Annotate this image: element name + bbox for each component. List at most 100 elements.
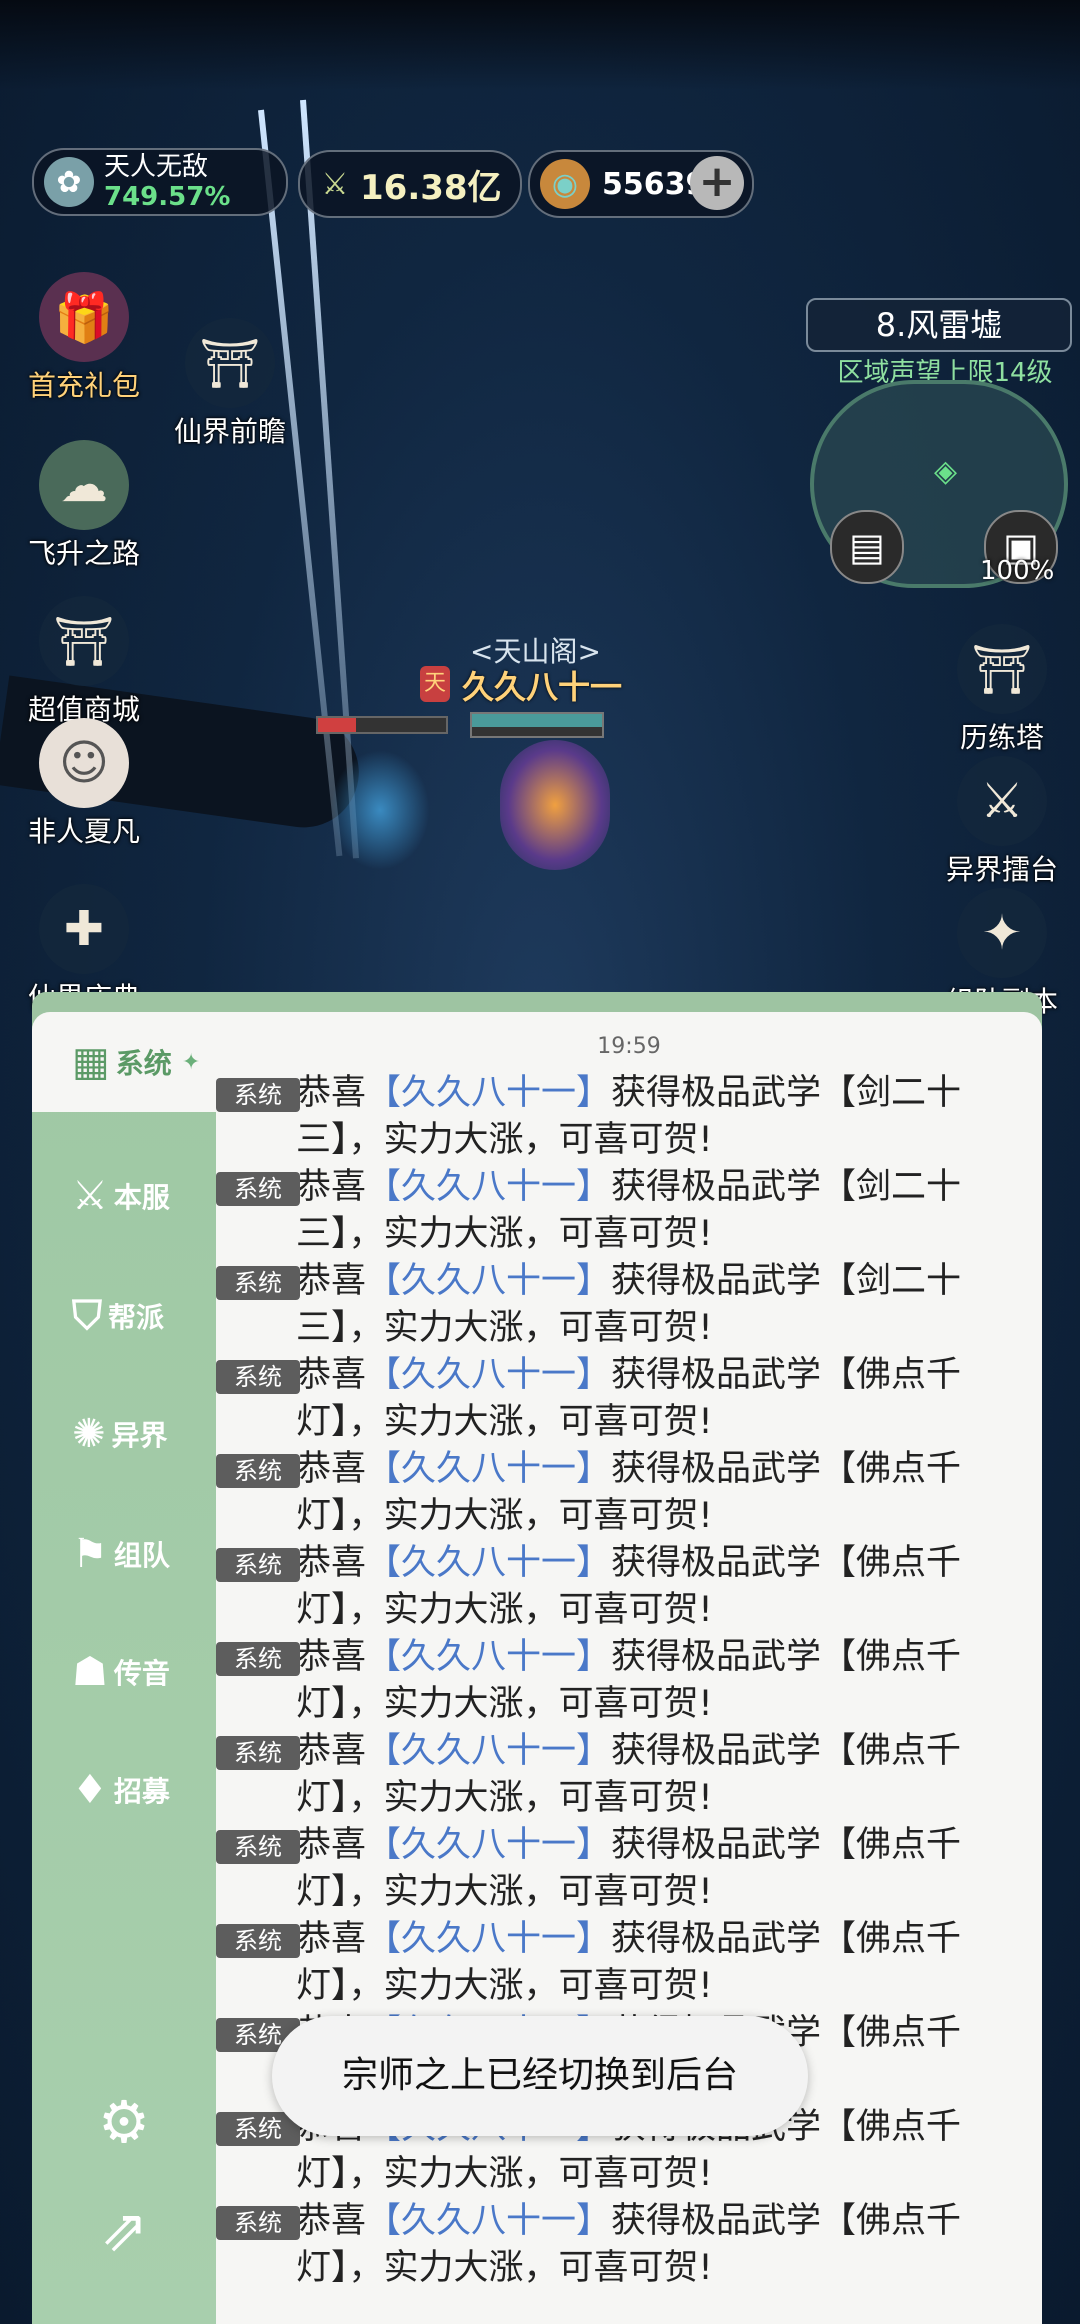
title-percent: 749.57% — [104, 182, 231, 212]
system-badge: 系统 — [216, 1360, 300, 1394]
system-badge: 系统 — [216, 2206, 300, 2240]
system-badge: 系统 — [216, 1266, 300, 1300]
player-link[interactable]: 【久久八十一】 — [366, 1543, 611, 1583]
chat-message: 系统恭喜【久久八十一】获得极品武学【佛点千灯】，实力大涨，可喜可贺! — [216, 1822, 1022, 1916]
celebration-icon: ✚ — [39, 884, 129, 974]
character-icon: ☺ — [39, 718, 129, 808]
player-link[interactable]: 【久久八十一】 — [366, 1637, 611, 1677]
chat-message: 系统恭喜【久久八十一】获得极品武学【佛点千灯】，实力大涨，可喜可贺! — [216, 1916, 1022, 2010]
palace-icon: ⛩ — [185, 318, 275, 408]
message-prefix: 恭喜 — [296, 1825, 367, 1865]
team-icon: ⚑ — [72, 1531, 108, 1577]
whisper-icon: ☗ — [72, 1649, 108, 1695]
team-dungeon-icon: ✦ — [957, 888, 1047, 978]
system-icon: ▦ — [72, 1039, 110, 1085]
npc-character[interactable] — [330, 750, 430, 870]
tab-whisper[interactable]: ☗ 传音 — [32, 1622, 216, 1722]
guild-icon: ⛉ — [72, 1293, 102, 1339]
message-prefix: 恭喜 — [296, 2201, 367, 2241]
player-link[interactable]: 【久久八十一】 — [366, 1355, 611, 1395]
player-link[interactable]: 【久久八十一】 — [366, 1919, 611, 1959]
message-time: 19:59 — [597, 1034, 661, 1059]
gear-icon[interactable]: ⚙ — [84, 2082, 164, 2162]
add-currency-button[interactable]: + — [690, 156, 744, 210]
zone-name[interactable]: 8.风雷墟 — [806, 298, 1072, 352]
tab-team[interactable]: ⚑ 组队 — [32, 1504, 216, 1604]
character-event[interactable]: ☺ 非人夏凡 — [4, 718, 164, 850]
message-prefix: 恭喜 — [296, 1543, 367, 1583]
chat-message: 系统恭喜【久久八十一】获得极品武学【佛点千灯】，实力大涨，可喜可贺! — [216, 1352, 1022, 1446]
otherworld-arena[interactable]: ⚔ 异界擂台 — [922, 756, 1080, 888]
player-character[interactable] — [500, 740, 610, 870]
bag-percent: 100% — [980, 556, 1055, 586]
title-badge-icon: 天 — [420, 666, 450, 702]
player-marker-icon: ◈ — [934, 454, 958, 489]
chat-message: 系统 恭喜【久久八十一】获得极品武学【剑二十三】，实力大涨，可喜可贺! — [216, 1070, 1022, 1164]
player-link[interactable]: 【久久八十一】 — [366, 1261, 611, 1301]
system-badge: 系统 — [216, 1736, 300, 1770]
chat-message: 系统恭喜【久久八十一】获得极品武学【佛点千灯】，实力大涨，可喜可贺! — [216, 1634, 1022, 1728]
combat-power-value: 16.38亿 — [360, 167, 502, 208]
player-link[interactable]: 【久久八十一】 — [366, 1825, 611, 1865]
chat-message: 系统恭喜【久久八十一】获得极品武学【佛点千灯】，实力大涨，可喜可贺! — [216, 1540, 1022, 1634]
value-shop[interactable]: ⛩ 超值商城 — [4, 596, 164, 728]
chat-message: 系统 恭喜【久久八十一】获得极品武学【剑二十三】，实力大涨，可喜可贺! — [216, 1258, 1022, 1352]
message-prefix: 恭喜 — [296, 1637, 367, 1677]
system-badge: 系统 — [216, 1078, 300, 1112]
chat-message: 系统恭喜【久久八十一】获得极品武学【佛点千灯】，实力大涨，可喜可贺! — [216, 1446, 1022, 1540]
combat-power: ⚔ 16.38亿 — [298, 150, 522, 218]
system-badge: 系统 — [216, 1830, 300, 1864]
shop-icon: ⛩ — [39, 596, 129, 686]
arena-icon: ⚔ — [957, 756, 1047, 846]
message-prefix: 恭喜 — [296, 1073, 367, 1113]
immortal-preview[interactable]: ⛩ 仙界前瞻 — [150, 318, 310, 450]
server-icon: ⚔ — [72, 1173, 108, 1219]
system-badge: 系统 — [216, 1642, 300, 1676]
tab-system[interactable]: ▦ 系统 ✦ — [32, 1012, 216, 1112]
expand-icon[interactable]: ⇗ — [84, 2190, 164, 2270]
system-badge: 系统 — [216, 1454, 300, 1488]
enemy-hp-bar — [316, 716, 448, 734]
chat-tabs: ▦ 系统 ✦ ⚔ 本服 ⛉ 帮派 ✺ 异界 ⚑ 组队 ☗ 传音 ♦ 招募 ⚙ ⇗ — [32, 1012, 216, 2324]
tab-server[interactable]: ⚔ 本服 — [32, 1146, 216, 1246]
message-prefix: 恭喜 — [296, 1261, 367, 1301]
message-prefix: 恭喜 — [296, 1449, 367, 1489]
gift-icon: 🎁 — [39, 272, 129, 362]
tower-icon: ⛩ — [957, 624, 1047, 714]
message-prefix: 恭喜 — [296, 1731, 367, 1771]
tab-otherworld[interactable]: ✺ 异界 — [32, 1384, 216, 1484]
chat-message: 系统恭喜【久久八十一】获得极品武学【佛点千灯】，实力大涨，可喜可贺! — [216, 1728, 1022, 1822]
player-link[interactable]: 【久久八十一】 — [366, 1731, 611, 1771]
recruit-icon: ♦ — [72, 1767, 108, 1813]
chat-message: 系统恭喜【久久八十一】获得极品武学【佛点千灯】，实力大涨，可喜可贺! — [216, 2198, 1022, 2292]
player-link[interactable]: 【久久八十一】 — [366, 1073, 611, 1113]
crossed-swords-icon: ⚔ — [321, 166, 349, 202]
ascend-icon: ☁ — [39, 440, 129, 530]
ascension-road[interactable]: ☁ 飞升之路 — [4, 440, 164, 572]
trial-tower[interactable]: ⛩ 历练塔 — [922, 624, 1080, 756]
title-emblem-icon: ✿ — [44, 157, 94, 207]
cave-ceiling — [0, 0, 1080, 90]
system-badge: 系统 — [216, 1172, 300, 1206]
book-icon[interactable]: ▤ — [830, 510, 904, 584]
player-link[interactable]: 【久久八十一】 — [366, 1449, 611, 1489]
system-badge: 系统 — [216, 1924, 300, 1958]
message-prefix: 恭喜 — [296, 1919, 367, 1959]
first-charge-gift[interactable]: 🎁 首充礼包 — [4, 272, 164, 404]
player-link[interactable]: 【久久八十一】 — [366, 1167, 611, 1207]
message-prefix: 恭喜 — [296, 1355, 367, 1395]
title-badge[interactable]: ✿ 天人无敌 749.57% — [32, 148, 288, 216]
player-link[interactable]: 【久久八十一】 — [366, 2201, 611, 2241]
tab-guild[interactable]: ⛉ 帮派 — [32, 1266, 216, 1366]
background-toast: 宗师之上已经切换到后台 — [272, 2016, 808, 2136]
player-hp-bar — [470, 712, 604, 738]
tab-recruit[interactable]: ♦ 招募 — [32, 1740, 216, 1840]
chat-message: 系统 恭喜【久久八十一】获得极品武学【剑二十三】，实力大涨，可喜可贺! — [216, 1164, 1022, 1258]
otherworld-icon: ✺ — [72, 1411, 106, 1457]
player-name: 久久八十一 — [462, 668, 623, 706]
selected-indicator-icon: ✦ — [181, 1049, 201, 1075]
system-badge: 系统 — [216, 1548, 300, 1582]
message-prefix: 恭喜 — [296, 1167, 367, 1207]
title-name: 天人无敌 — [104, 152, 209, 182]
jade-coin-icon: ◉ — [540, 159, 590, 209]
